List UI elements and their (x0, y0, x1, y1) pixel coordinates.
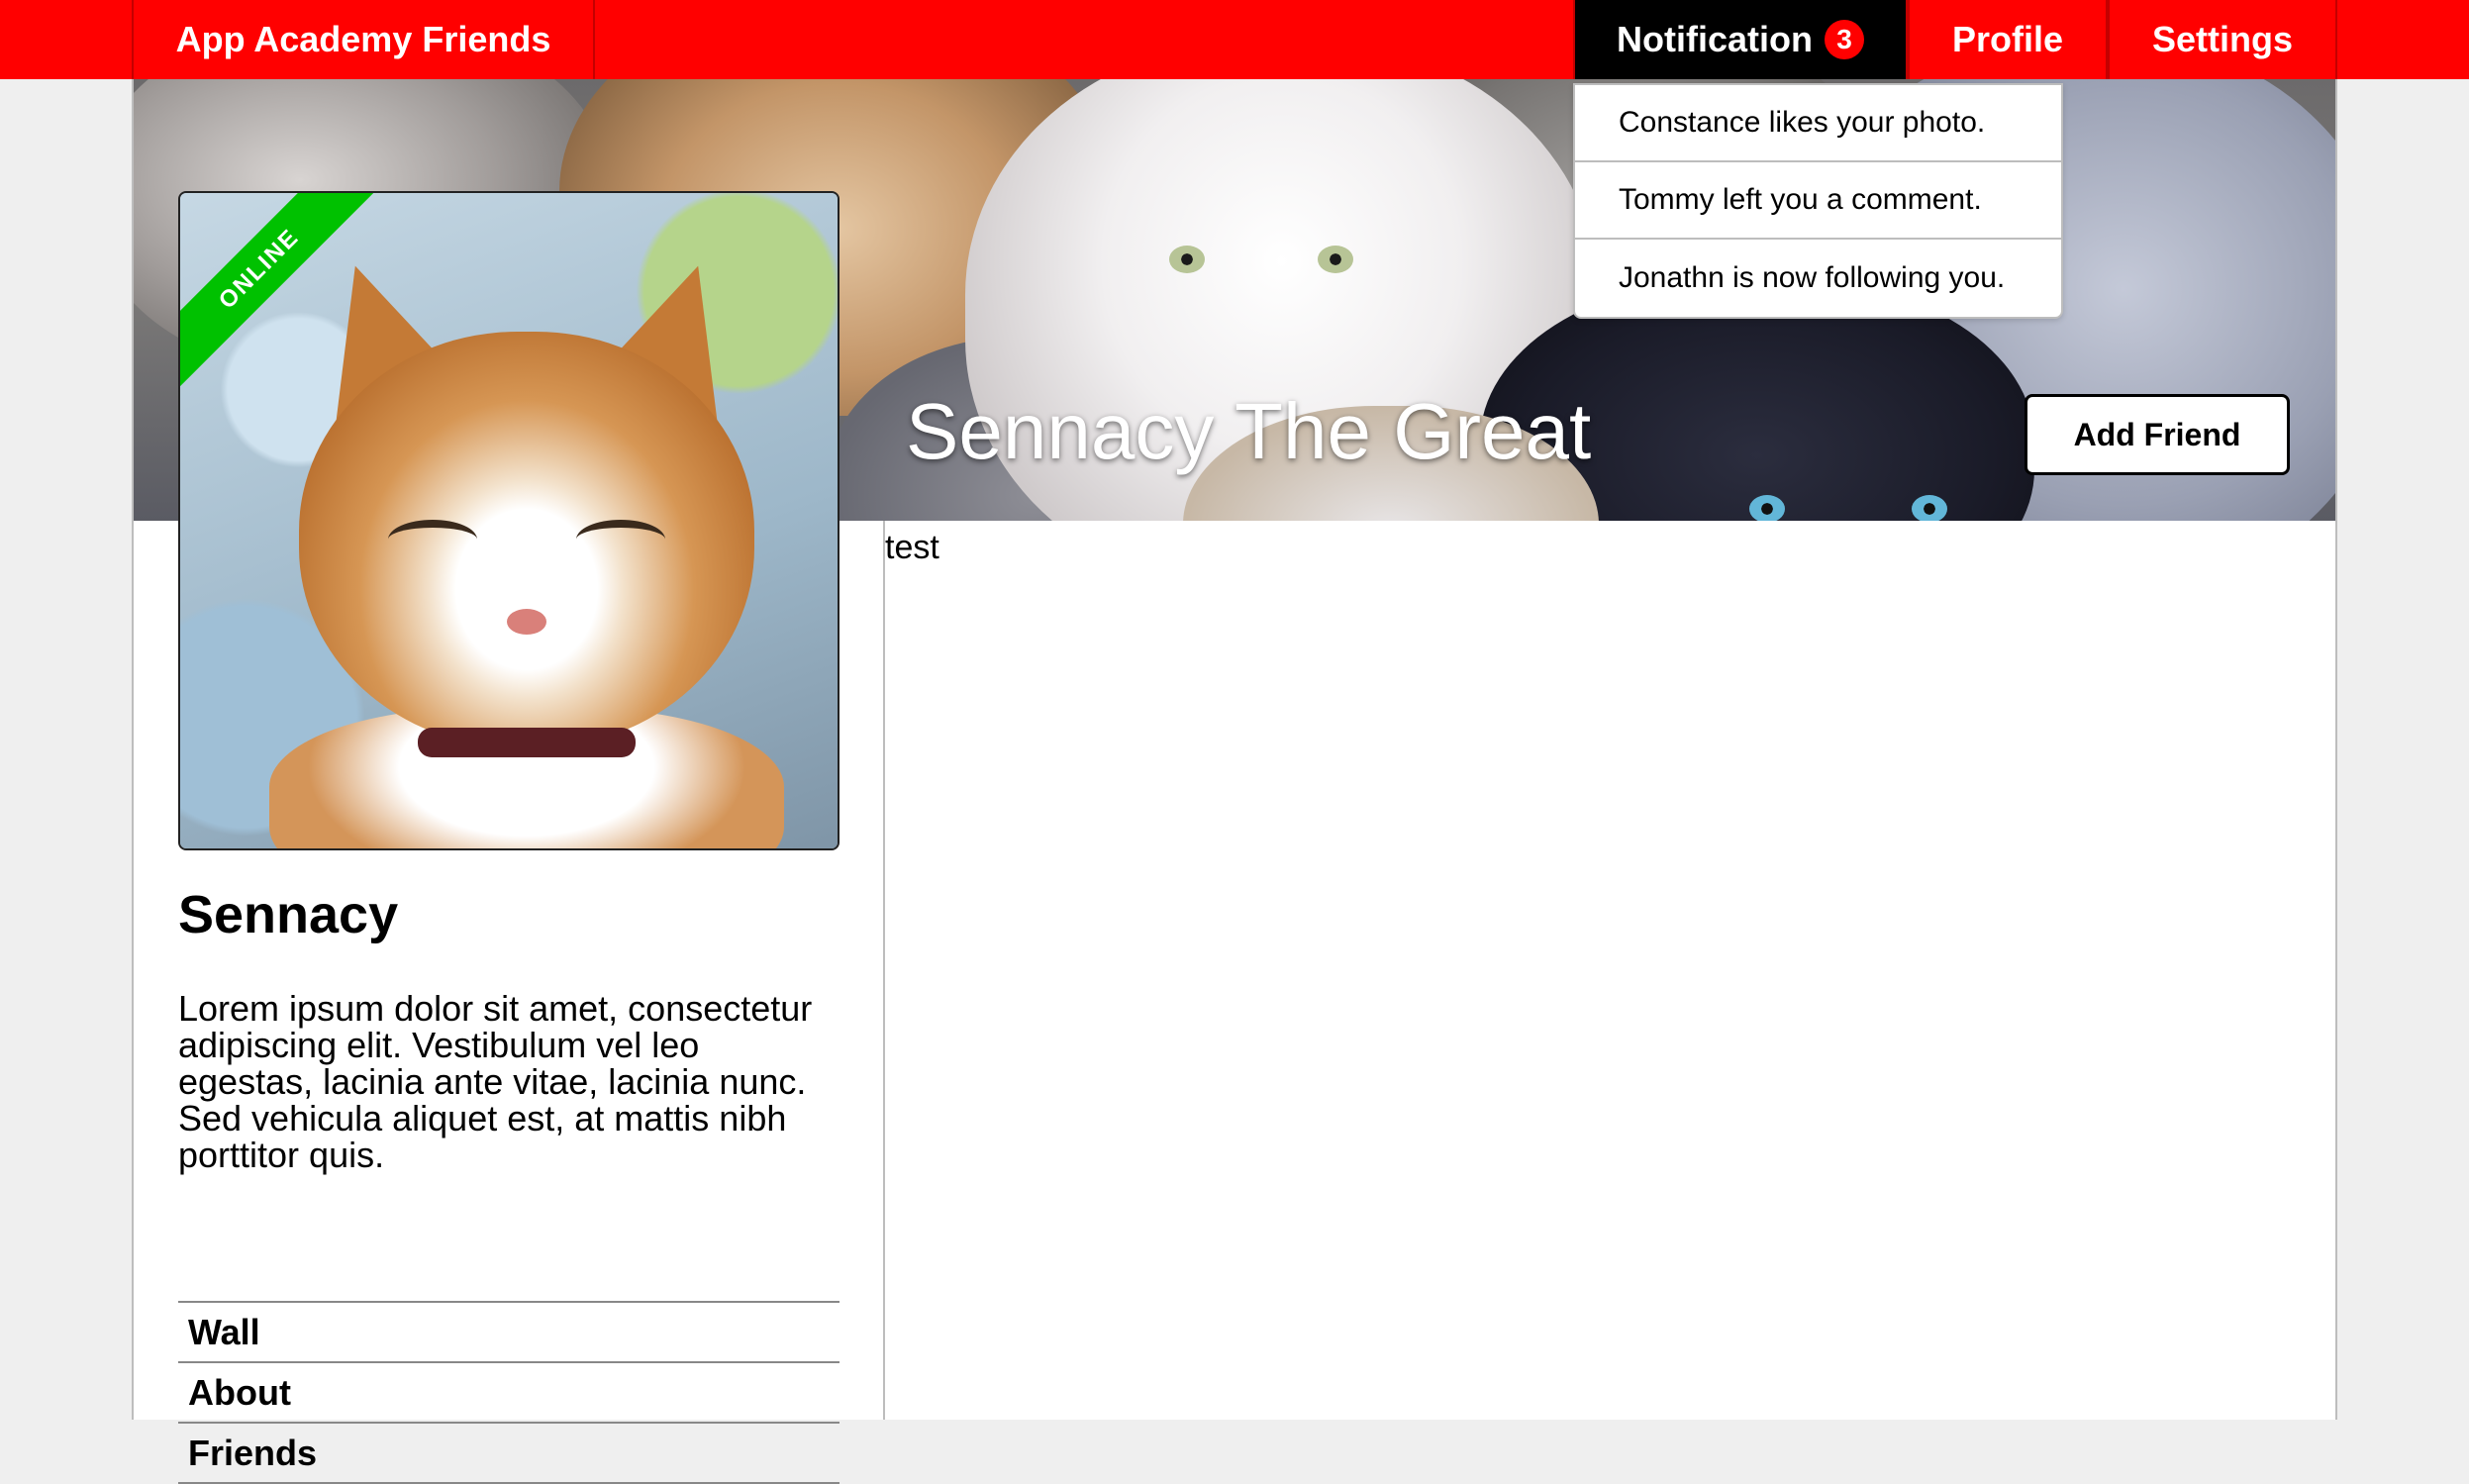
settings-link[interactable]: Settings (2108, 0, 2337, 79)
content-text: test (885, 529, 939, 566)
add-friend-button[interactable]: Add Friend (2025, 394, 2290, 475)
notification-item[interactable]: Constance likes your photo. (1575, 85, 2061, 162)
cover-title: Sennacy The Great (906, 387, 1592, 475)
notifications-count-badge: 3 (1824, 20, 1864, 59)
kitten-eye (1169, 246, 1205, 273)
profile-bio: Lorem ipsum dolor sit amet, consectetur … (178, 988, 813, 1175)
cat-head (299, 332, 754, 747)
profile-link[interactable]: Profile (1908, 0, 2108, 79)
main-content: test (883, 521, 2335, 1420)
profile-name: Sennacy (178, 885, 399, 944)
top-nav-bar: App Academy Friends Notification 3 Profi… (0, 0, 2469, 79)
menu-item-friends[interactable]: Friends (178, 1424, 839, 1484)
kitten-eye (1749, 495, 1785, 521)
brand-link[interactable]: App Academy Friends (132, 0, 595, 79)
notification-item[interactable]: Jonathn is now following you. (1575, 240, 2061, 317)
kitten-eye (1912, 495, 1947, 521)
kitten-eye (1318, 246, 1353, 273)
cat-eye (576, 520, 665, 559)
profile-picture[interactable]: ONLINE (178, 191, 839, 850)
notifications-menu[interactable]: Notification 3 (1573, 0, 1908, 79)
menu-item-wall[interactable]: Wall (178, 1303, 839, 1363)
notification-item[interactable]: Tommy left you a comment. (1575, 162, 2061, 240)
cat-collar (418, 728, 636, 757)
cat-eye (388, 520, 477, 559)
cat-nose (507, 609, 546, 635)
notifications-label: Notification (1617, 19, 1813, 59)
notifications-dropdown: Constance likes your photo. Tommy left y… (1573, 83, 2063, 319)
menu-item-about[interactable]: About (178, 1363, 839, 1424)
profile-menu: Wall About Friends (178, 1301, 839, 1484)
